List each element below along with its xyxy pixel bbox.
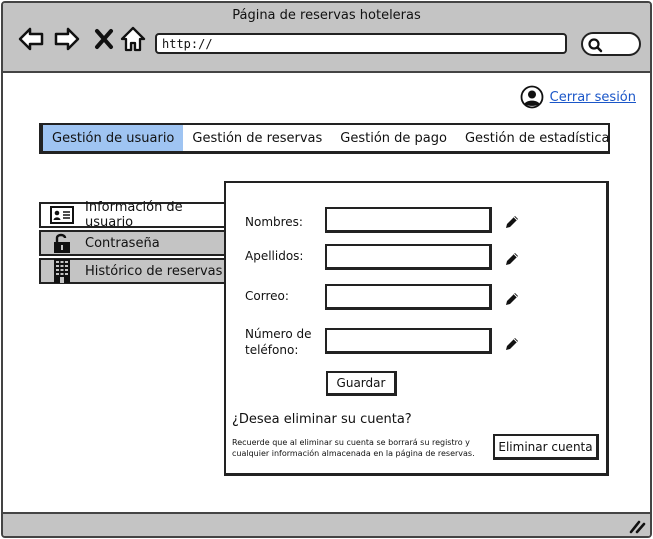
apellidos-field[interactable]: [325, 244, 492, 270]
delete-account-note: Recuerde que al eliminar su cuenta se bo…: [232, 437, 492, 459]
account-area: Cerrar sesión: [520, 85, 636, 109]
window-title: Página de reservas hoteleras: [232, 8, 421, 23]
status-bar: [3, 512, 650, 536]
tab-gestion-estadistica[interactable]: Gestión de estadística: [456, 125, 619, 151]
sidebar-item-informacion-usuario[interactable]: Información de usuario: [39, 200, 226, 230]
telefono-label-line2: teléfono:: [245, 343, 299, 357]
correo-label: Correo:: [245, 289, 289, 303]
telefono-label-line1: Número de: [245, 327, 312, 341]
home-icon[interactable]: [119, 25, 147, 53]
delete-account-question: ¿Desea eliminar su cuenta?: [232, 412, 412, 427]
pencil-edit-icon[interactable]: [504, 291, 520, 307]
title-bar: Página de reservas hoteleras http://: [3, 3, 650, 73]
delete-note-line1: Recuerde que al eliminar su cuenta se bo…: [232, 438, 470, 447]
id-card-icon: [50, 204, 74, 226]
url-input[interactable]: http://: [155, 33, 567, 54]
delete-note-line2: cualquier información almacenada en la p…: [232, 449, 475, 458]
save-button[interactable]: Guardar: [326, 371, 397, 396]
search-icon: [588, 38, 603, 53]
tab-gestion-reservas[interactable]: Gestión de reservas: [183, 125, 331, 151]
pencil-edit-icon[interactable]: [504, 251, 520, 267]
building-icon: [50, 259, 74, 283]
sidebar-item-contrasena[interactable]: Contraseña: [39, 230, 226, 256]
correo-field[interactable]: [325, 284, 492, 310]
sidebar-item-label: Histórico de reservas: [85, 263, 223, 279]
logout-link[interactable]: Cerrar sesión: [550, 90, 636, 105]
apellidos-label: Apellidos:: [245, 249, 304, 263]
pencil-edit-icon[interactable]: [504, 214, 520, 230]
delete-account-button[interactable]: Eliminar cuenta: [493, 434, 599, 460]
nombres-label: Nombres:: [245, 215, 303, 229]
padlock-icon: [50, 232, 74, 254]
telefono-field[interactable]: [325, 328, 492, 354]
user-avatar-icon: [520, 85, 544, 109]
telefono-label: Número de teléfono:: [245, 326, 311, 358]
back-arrow-icon[interactable]: [17, 25, 45, 53]
sidebar-item-label: Contraseña: [85, 235, 160, 251]
sidebar-item-label: Información de usuario: [85, 200, 183, 230]
user-info-panel: Nombres: Apellidos: Correo: Número de te…: [224, 181, 609, 476]
resize-grip-icon[interactable]: [628, 516, 646, 534]
browser-search-field[interactable]: [581, 32, 641, 56]
browser-window: Página de reservas hoteleras http:// Cer…: [1, 1, 652, 538]
main-tabs: Gestión de usuario Gestión de reservas G…: [39, 123, 610, 154]
forward-arrow-icon[interactable]: [53, 25, 81, 53]
tab-gestion-usuario[interactable]: Gestión de usuario: [43, 125, 184, 151]
nombres-field[interactable]: [325, 207, 492, 233]
pencil-edit-icon[interactable]: [504, 336, 520, 352]
sidebar-item-historico-reservas[interactable]: Histórico de reservas: [39, 258, 226, 284]
close-x-icon[interactable]: [91, 25, 119, 53]
tab-gestion-pago[interactable]: Gestión de pago: [331, 125, 456, 151]
